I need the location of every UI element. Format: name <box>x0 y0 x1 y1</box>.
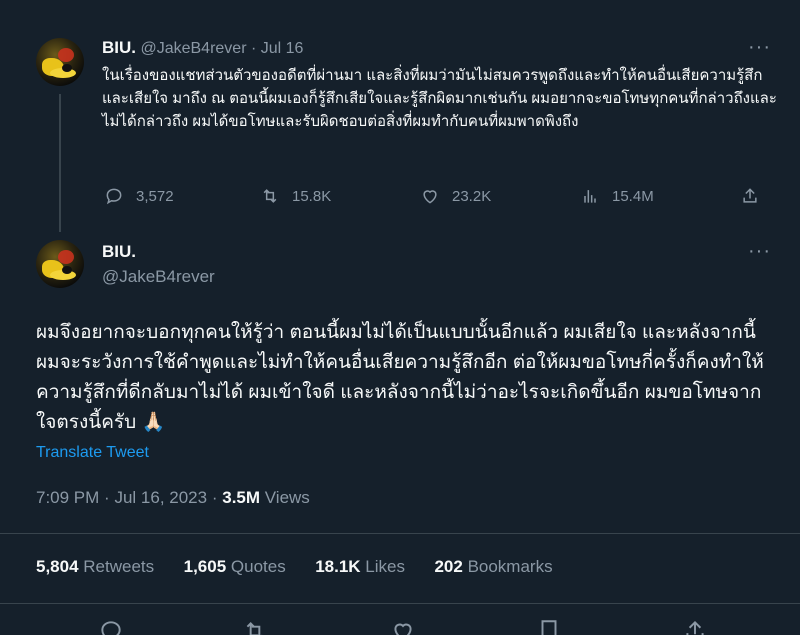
retweets-label: Retweets <box>83 557 155 576</box>
analytics-icon <box>584 190 596 203</box>
translate-tweet-link[interactable]: Translate Tweet <box>36 444 149 462</box>
tweet-text: ในเรื่องของแชทส่วนตัวของอดีตที่ผ่านมา แล… <box>102 67 777 130</box>
quotes-stat[interactable]: 1,605 Quotes <box>184 557 286 576</box>
retweet-icon <box>263 189 277 203</box>
like-button[interactable]: 23.2K <box>420 186 491 206</box>
views-button[interactable]: 15.4M <box>580 186 654 206</box>
avatar[interactable] <box>36 240 84 288</box>
reply-count: 3,572 <box>136 187 174 205</box>
tweet-text: ผมจึงอยากจะบอกทุกคนให้รู้ว่า ตอนนี้ผมไม่… <box>36 318 766 438</box>
handle[interactable]: @JakeB4rever <box>140 40 246 57</box>
focused-tweet-actions <box>0 618 800 635</box>
praying-hands-icon: 🙏🏻 <box>141 412 166 433</box>
handle[interactable]: @JakeB4rever <box>102 267 215 287</box>
heart-icon <box>423 190 437 204</box>
tweet-header: BIU. @JakeB4rever · Jul 16 <box>102 38 303 58</box>
like-count: 23.2K <box>452 187 492 205</box>
divider <box>0 533 800 534</box>
reply-button[interactable]: 3,572 <box>104 186 174 206</box>
tweet-date[interactable]: Jul 16 <box>261 40 304 57</box>
tweet-date[interactable]: Jul 16, 2023 <box>114 488 207 507</box>
retweet-button[interactable]: 15.8K <box>260 186 331 206</box>
thread-line <box>59 94 61 232</box>
display-name[interactable]: BIU. <box>102 242 136 262</box>
likes-stat[interactable]: 18.1K Likes <box>315 557 405 576</box>
bookmarks-count: 202 <box>434 557 463 576</box>
bookmark-icon[interactable] <box>536 618 562 635</box>
likes-label: Likes <box>365 557 405 576</box>
bookmarks-stat[interactable]: 202 Bookmarks <box>434 557 552 576</box>
display-name[interactable]: BIU. <box>102 38 136 57</box>
more-options-icon[interactable]: ··· <box>748 36 771 59</box>
retweets-count: 5,804 <box>36 557 79 576</box>
tweet-stats: 5,804 Retweets 1,605 Quotes 18.1K Likes … <box>36 557 553 577</box>
tweet-actions: 3,572 15.8K 23.2K 15.4M <box>104 186 764 210</box>
heart-icon[interactable] <box>390 618 416 635</box>
reply-icon <box>106 188 122 205</box>
divider <box>0 603 800 604</box>
views-label: Views <box>264 488 310 507</box>
tweet-time[interactable]: 7:09 PM <box>36 488 99 507</box>
more-options-icon[interactable]: ··· <box>748 240 771 263</box>
separator: · <box>104 488 110 507</box>
views-count: 15.4M <box>612 187 654 205</box>
separator: · <box>211 488 218 507</box>
retweet-icon[interactable] <box>242 618 268 635</box>
share-button[interactable] <box>740 186 760 206</box>
quotes-count: 1,605 <box>183 557 227 576</box>
quotes-label: Quotes <box>230 557 286 576</box>
tweet-timestamp: 7:09 PM · Jul 16, 2023 · 3.5M Views <box>36 488 310 508</box>
separator: · <box>250 40 257 57</box>
reply-icon[interactable] <box>98 618 124 635</box>
retweets-stat[interactable]: 5,804 Retweets <box>36 557 154 576</box>
likes-count: 18.1K <box>315 557 361 576</box>
share-icon <box>743 188 757 203</box>
retweet-count: 15.8K <box>292 187 332 205</box>
bookmarks-label: Bookmarks <box>467 557 553 576</box>
views-count: 3.5M <box>222 488 261 507</box>
avatar[interactable] <box>36 38 84 86</box>
share-icon[interactable] <box>682 618 708 635</box>
